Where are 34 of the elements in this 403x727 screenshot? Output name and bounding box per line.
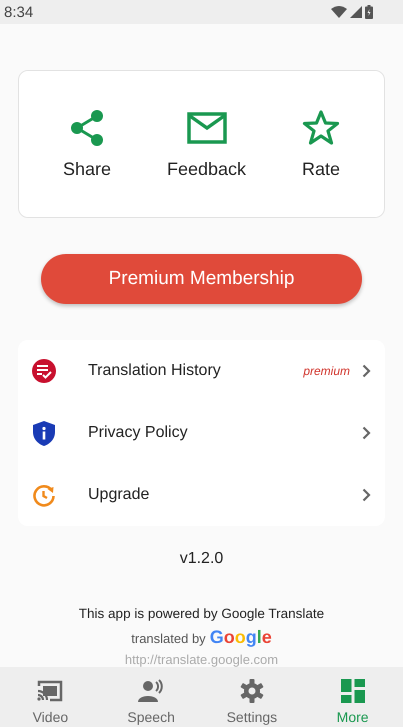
star-icon xyxy=(302,108,340,146)
settings-icon xyxy=(240,679,264,703)
premium-membership-button[interactable]: Premium Membership xyxy=(41,254,362,304)
menu-item[interactable]: Translation History premium xyxy=(32,340,371,402)
share-icon xyxy=(68,108,105,146)
checklist-icon xyxy=(32,359,56,383)
rate-button[interactable]: Rate xyxy=(302,108,340,180)
cast-icon xyxy=(37,679,64,703)
menu-item[interactable]: Privacy Policy xyxy=(32,402,371,464)
menu-item-label: Translation History xyxy=(88,362,222,380)
menu-item-label: Privacy Policy xyxy=(88,424,189,442)
share-button[interactable]: Share xyxy=(62,108,112,180)
chevron-right-icon xyxy=(362,488,371,502)
clock-time: 8:34 xyxy=(4,4,34,20)
person-speaking-icon xyxy=(138,679,164,703)
menu-item[interactable]: Upgrade xyxy=(32,464,371,526)
nav-tab[interactable]: Speech xyxy=(100,671,202,727)
shield-icon xyxy=(32,420,56,446)
chevron-right-icon xyxy=(362,426,371,440)
nav-tab[interactable]: Video xyxy=(0,671,101,727)
powered-by-text: This app is powered by Google Translate xyxy=(78,606,324,621)
translated-by-text: translated by xyxy=(131,631,206,646)
nav-tab[interactable]: Settings xyxy=(202,671,302,727)
battery-icon xyxy=(365,5,373,19)
google-logo: Google xyxy=(210,627,272,648)
version-text: v1.2.0 xyxy=(180,550,224,568)
signal-icon xyxy=(350,6,362,18)
dashboard-icon xyxy=(340,679,365,703)
clock-icon xyxy=(32,484,56,506)
wifi-icon xyxy=(331,6,347,18)
premium-label: premium xyxy=(303,364,350,378)
menu-item-label: Upgrade xyxy=(88,486,150,504)
chevron-right-icon xyxy=(362,364,371,378)
feedback-button[interactable]: Feedback xyxy=(166,108,246,180)
